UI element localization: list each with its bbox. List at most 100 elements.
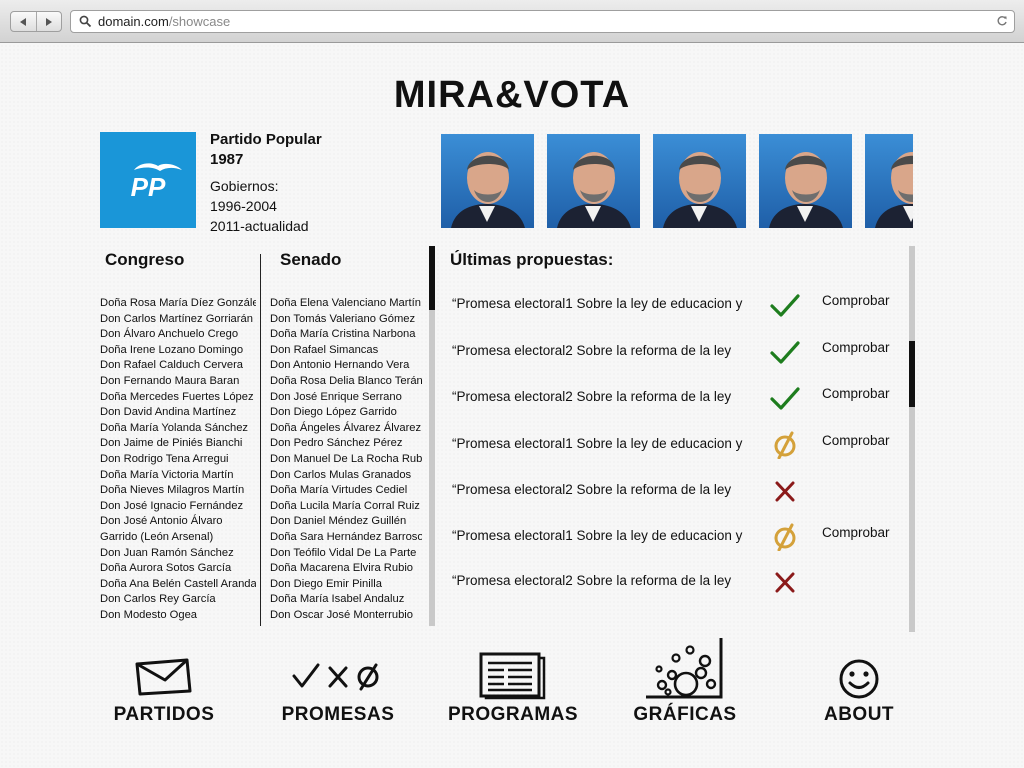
address-bar[interactable]: domain.com/showcase	[70, 10, 1015, 33]
propuestas-heading: Últimas propuestas:	[450, 250, 614, 269]
nav-programas[interactable]: PROGRAMAS	[446, 636, 580, 728]
comprobar-link[interactable]: Comprobar	[822, 525, 890, 540]
member-name[interactable]: Doña Lucila María Corral Ruiz	[270, 499, 422, 515]
government-period: 1996-2004	[210, 198, 277, 214]
member-name[interactable]: Don Diego Emir Pinilla	[270, 577, 422, 593]
member-name[interactable]: Doña Mercedes Fuertes López	[100, 390, 256, 406]
nav-about[interactable]: ABOUT	[816, 636, 902, 728]
portrait-silhouette	[875, 152, 913, 228]
pp-logo-graphic: PP	[131, 163, 182, 202]
propuesta-text[interactable]: “Promesa electoral1 Sobre la ley de educ…	[452, 528, 742, 543]
leader-photo[interactable]	[865, 134, 913, 228]
member-name[interactable]: Don Fernando Maura Baran	[100, 374, 256, 390]
nav-promesas[interactable]: PROMESAS	[278, 636, 398, 728]
null-icon	[770, 431, 800, 460]
member-name[interactable]: Doña Ángeles Álvarez Álvarez	[270, 421, 422, 437]
chart-bubbles-icon	[632, 636, 738, 702]
propuestas-scrollbar[interactable]	[909, 246, 915, 632]
promesas-icon	[278, 636, 398, 702]
member-name[interactable]: Don Oscar José Monterrubio	[270, 608, 422, 624]
check-icon	[770, 338, 800, 366]
comprobar-link[interactable]: Comprobar	[822, 433, 890, 448]
member-name[interactable]: Don Diego López Garrido	[270, 405, 422, 421]
member-name[interactable]: Don Carlos Rey García	[100, 592, 256, 608]
member-name[interactable]: Doña María Isabel Andaluz	[270, 592, 422, 608]
member-name[interactable]: Don Álvaro Anchuelo Crego	[100, 327, 256, 343]
member-name[interactable]: Doña Rosa María Díez González	[100, 296, 256, 312]
comprobar-link[interactable]: Comprobar	[822, 340, 890, 355]
party-founded: 1987	[210, 151, 244, 168]
propuesta-row: “Promesa electoral2 Sobre la reforma de …	[452, 568, 902, 596]
member-name[interactable]: Don Antonio Hernando Vera	[270, 358, 422, 374]
member-name[interactable]: Doña Irene Lozano Domingo	[100, 343, 256, 359]
member-name[interactable]: Don Rodrigo Tena Arregui	[100, 452, 256, 468]
member-name[interactable]: Don Manuel De La Rocha Rubí	[270, 452, 422, 468]
url-domain: domain.com	[98, 14, 169, 29]
back-button[interactable]	[11, 12, 36, 31]
null-icon	[770, 523, 800, 552]
leader-photo[interactable]	[653, 134, 746, 228]
member-name[interactable]: Don Carlos Martínez Gorriarán	[100, 312, 256, 328]
member-name[interactable]: Don Pedro Sánchez Pérez	[270, 436, 422, 452]
envelope-icon	[108, 636, 220, 702]
members-scrollbar[interactable]	[429, 246, 435, 626]
member-name[interactable]: Doña Elena Valenciano Martín	[270, 296, 422, 312]
reload-icon[interactable]	[996, 15, 1008, 27]
member-name[interactable]: Doña María Yolanda Sánchez	[100, 421, 256, 437]
member-name[interactable]: Doña María Virtudes Cediel	[270, 483, 422, 499]
party-info: Partido Popular 1987 Gobiernos: 1996-200…	[210, 130, 322, 236]
check-icon	[770, 384, 800, 412]
propuesta-text[interactable]: “Promesa electoral2 Sobre la reforma de …	[452, 482, 731, 497]
leader-photo[interactable]	[759, 134, 852, 228]
member-name[interactable]: Don Modesto Ogea	[100, 608, 256, 624]
propuesta-row: “Promesa electoral2 Sobre la reforma de …	[452, 477, 902, 505]
member-name[interactable]: Don Carlos Mulas Granados	[270, 468, 422, 484]
member-name[interactable]: Don Juan Ramón Sánchez	[100, 546, 256, 562]
member-name[interactable]: Don Tomás Valeriano Gómez	[270, 312, 422, 328]
member-name[interactable]: Garrido (León Arsenal)	[100, 530, 256, 546]
senado-list: Doña Elena Valenciano Martín Don Tomás Va…	[270, 296, 422, 623]
comprobar-link[interactable]: Comprobar	[822, 386, 890, 401]
propuesta-text[interactable]: “Promesa electoral2 Sobre la reforma de …	[452, 343, 731, 358]
nav-label: PROGRAMAS	[447, 704, 579, 725]
senado-heading: Senado	[280, 250, 342, 269]
member-name[interactable]: Doña María Cristina Narbona	[270, 327, 422, 343]
leader-photo-strip[interactable]	[441, 134, 913, 228]
comprobar-link[interactable]: Comprobar	[822, 293, 890, 308]
member-name[interactable]: Doña Sara Hernández Barroso	[270, 530, 422, 546]
member-name[interactable]: Doña María Victoria Martín	[100, 468, 256, 484]
nav-graficas[interactable]: GRÁFICAS	[632, 636, 738, 728]
congreso-list: Doña Rosa María Díez González Don Carlos …	[100, 296, 256, 623]
member-name[interactable]: Doña Nieves Milagros Martín	[100, 483, 256, 499]
documents-icon	[446, 636, 580, 702]
member-name[interactable]: Don Daniel Méndez Guillén	[270, 514, 422, 530]
member-name[interactable]: Don Teófilo Vidal De La Parte	[270, 546, 422, 562]
members-scrollbar-thumb[interactable]	[429, 246, 435, 310]
propuesta-text[interactable]: “Promesa electoral1 Sobre la ley de educ…	[452, 296, 742, 311]
cross-icon	[770, 568, 800, 596]
member-name[interactable]: Doña Ana Belén Castell Aranda	[100, 577, 256, 593]
forward-button[interactable]	[35, 12, 62, 31]
member-name[interactable]: Don José Ignacio Fernández	[100, 499, 256, 515]
propuesta-text[interactable]: “Promesa electoral1 Sobre la ley de educ…	[452, 436, 742, 451]
propuesta-text[interactable]: “Promesa electoral2 Sobre la reforma de …	[452, 389, 731, 404]
member-name[interactable]: Don Rafael Simancas	[270, 343, 422, 359]
url-text: domain.com/showcase	[98, 14, 230, 29]
url-path: /showcase	[168, 14, 231, 29]
member-name[interactable]: Don José Antonio Álvaro	[100, 514, 256, 530]
leader-photo[interactable]	[547, 134, 640, 228]
nav-partidos[interactable]: PARTIDOS	[108, 636, 220, 728]
member-name[interactable]: Don José Enrique Serrano	[270, 390, 422, 406]
member-name[interactable]: Don Jaime de Piniés Bianchi	[100, 436, 256, 452]
site-title: MIRA&VOTA	[393, 74, 631, 116]
member-name[interactable]: Don Rafael Calduch Cervera	[100, 358, 256, 374]
propuesta-text[interactable]: “Promesa electoral2 Sobre la reforma de …	[452, 573, 731, 588]
member-name[interactable]: Doña Aurora Sotos García	[100, 561, 256, 577]
member-name[interactable]: Doña Macarena Elvira Rubio	[270, 561, 422, 577]
leader-photo[interactable]	[441, 134, 534, 228]
propuesta-row: “Promesa electoral1 Sobre la ley de educ…	[452, 523, 902, 552]
propuestas-scrollbar-thumb[interactable]	[909, 341, 915, 407]
member-name[interactable]: Don David Andina Martínez	[100, 405, 256, 421]
member-name[interactable]: Doña Rosa Delia Blanco Terán	[270, 374, 422, 390]
portrait-silhouette	[769, 152, 843, 228]
